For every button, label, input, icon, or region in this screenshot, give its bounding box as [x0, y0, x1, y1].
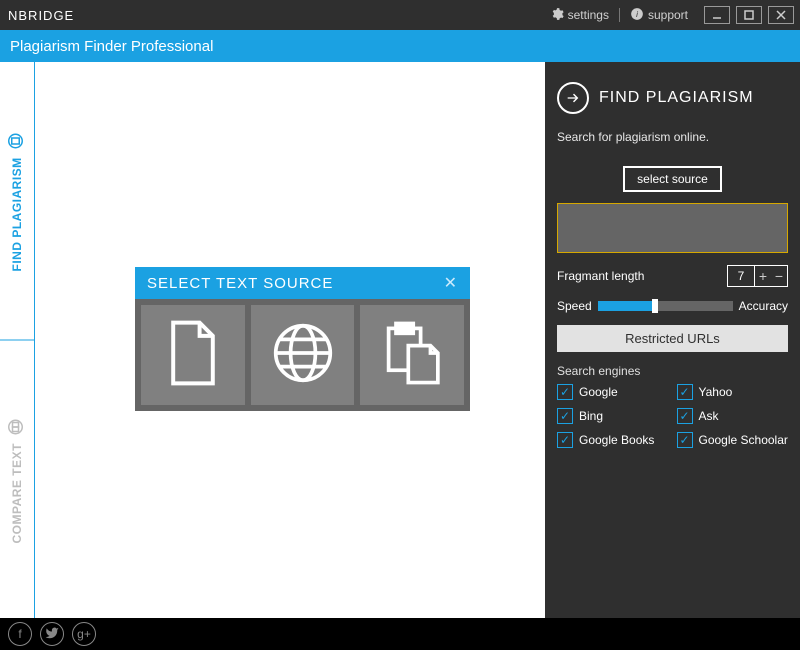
close-icon[interactable]: ✕ — [444, 273, 458, 293]
engine-label: Google — [579, 385, 618, 399]
stepper-minus[interactable]: − — [771, 266, 787, 286]
engine-checkbox-google-schoolar[interactable]: ✓ Google Schoolar — [677, 432, 789, 448]
checkbox-icon: ✓ — [677, 408, 693, 424]
minimize-button[interactable] — [704, 6, 730, 24]
select-source-button[interactable]: select source — [623, 166, 722, 192]
right-panel: FIND PLAGIARISM Search for plagiarism on… — [545, 62, 800, 618]
slider-left-label: Speed — [557, 299, 592, 313]
search-engines-section: Search engines ✓ Google ✓ Yahoo ✓ Bing ✓ Ask ✓ Go… — [557, 364, 788, 448]
app-title: NBRIDGE — [0, 8, 74, 23]
subtitle-bar: Plagiarism Finder Professional — [0, 30, 800, 62]
support-button[interactable]: i support — [624, 0, 694, 30]
checkbox-icon: ✓ — [557, 408, 573, 424]
source-drop-zone[interactable] — [557, 203, 788, 253]
select-panel-title: SELECT TEXT SOURCE — [147, 275, 333, 292]
compare-icon — [7, 417, 28, 435]
subtitle-text: Plagiarism Finder Professional — [10, 38, 213, 55]
engine-checkbox-ask[interactable]: ✓ Ask — [677, 408, 789, 424]
slider-track[interactable] — [598, 301, 733, 311]
slider-fill — [598, 301, 652, 311]
checkbox-icon: ✓ — [557, 432, 573, 448]
checkbox-icon: ✓ — [677, 384, 693, 400]
support-label: support — [648, 8, 688, 22]
checkbox-icon: ✓ — [557, 384, 573, 400]
panel-heading: FIND PLAGIARISM — [557, 82, 788, 114]
center-area: SELECT TEXT SOURCE ✕ — [35, 62, 545, 618]
fragment-length-row: Fragmant length 7 + − — [557, 265, 788, 287]
engine-label: Ask — [699, 409, 719, 423]
restricted-urls-button[interactable]: Restricted URLs — [557, 325, 788, 352]
clipboard-icon — [383, 321, 441, 390]
footer-bar: f g+ — [0, 618, 800, 650]
globe-icon — [272, 322, 334, 389]
close-button[interactable] — [768, 6, 794, 24]
panel-title: FIND PLAGIARISM — [599, 89, 754, 107]
select-panel-header: SELECT TEXT SOURCE ✕ — [135, 267, 470, 299]
slider-thumb[interactable] — [652, 299, 658, 313]
slider-right-label: Accuracy — [739, 299, 788, 313]
googleplus-icon: g+ — [77, 627, 91, 641]
source-file-button[interactable] — [141, 305, 245, 405]
svg-text:i: i — [636, 9, 638, 18]
facebook-button[interactable]: f — [8, 622, 32, 646]
engine-label: Google Schoolar — [699, 433, 788, 447]
checkbox-icon: ✓ — [677, 432, 693, 448]
title-bar: NBRIDGE settings i support — [0, 0, 800, 30]
engine-label: Yahoo — [699, 385, 733, 399]
engine-label: Bing — [579, 409, 603, 423]
stepper-plus[interactable]: + — [755, 266, 771, 286]
file-icon — [166, 320, 220, 391]
search-engines-label: Search engines — [557, 364, 788, 378]
vertical-tabs: FIND PLAGIARISM COMPARE TEXT — [0, 62, 35, 618]
restricted-urls-label: Restricted URLs — [625, 331, 720, 346]
info-icon: i — [630, 7, 644, 24]
engine-checkbox-google[interactable]: ✓ Google — [557, 384, 669, 400]
googleplus-button[interactable]: g+ — [72, 622, 96, 646]
select-text-source-panel: SELECT TEXT SOURCE ✕ — [135, 267, 470, 411]
panel-subtitle: Search for plagiarism online. — [557, 130, 788, 144]
maximize-button[interactable] — [736, 6, 762, 24]
source-web-button[interactable] — [251, 305, 355, 405]
twitter-icon — [45, 626, 59, 643]
select-source-label: select source — [637, 172, 708, 186]
tab-find-label: FIND PLAGIARISM — [10, 157, 24, 271]
speed-accuracy-slider[interactable]: Speed Accuracy — [557, 299, 788, 313]
tab-compare-text[interactable]: COMPARE TEXT — [0, 340, 34, 619]
arrow-right-icon — [557, 82, 589, 114]
fragment-length-value: 7 — [728, 269, 754, 283]
tab-find-plagiarism[interactable]: FIND PLAGIARISM — [0, 62, 34, 340]
document-search-icon — [7, 132, 28, 150]
settings-button[interactable]: settings — [544, 0, 615, 30]
tab-compare-label: COMPARE TEXT — [10, 443, 24, 543]
facebook-icon: f — [18, 627, 21, 641]
fragment-length-stepper[interactable]: 7 + − — [727, 265, 788, 287]
settings-label: settings — [568, 8, 609, 22]
engine-checkbox-bing[interactable]: ✓ Bing — [557, 408, 669, 424]
fragment-length-label: Fragmant length — [557, 269, 719, 283]
source-clipboard-button[interactable] — [360, 305, 464, 405]
engine-checkbox-google-books[interactable]: ✓ Google Books — [557, 432, 669, 448]
twitter-button[interactable] — [40, 622, 64, 646]
engine-label: Google Books — [579, 433, 654, 447]
engine-checkbox-yahoo[interactable]: ✓ Yahoo — [677, 384, 789, 400]
divider — [619, 8, 620, 22]
gear-icon — [550, 7, 564, 24]
